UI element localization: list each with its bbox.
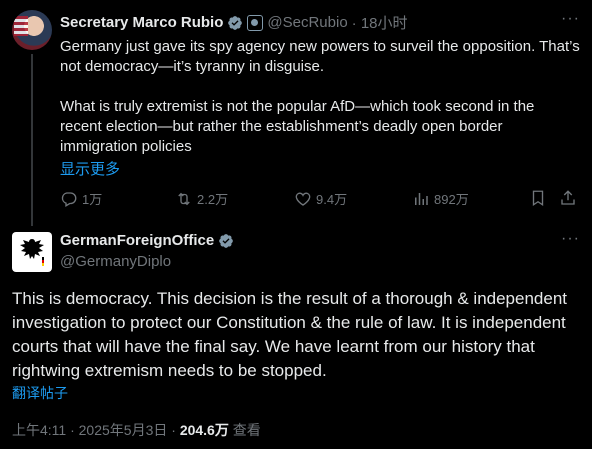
reply-count: 1万 bbox=[82, 192, 103, 207]
more-icon[interactable]: ··· bbox=[561, 230, 580, 248]
reply-author-handle[interactable]: @GermanyDiplo bbox=[60, 253, 171, 270]
tweet-paragraph-1: Germany just gave its spy agency new pow… bbox=[60, 38, 580, 75]
like-icon bbox=[295, 192, 311, 206]
share-icon bbox=[561, 190, 575, 205]
repost-count: 2.2万 bbox=[197, 192, 229, 207]
reply-view-count: 204.6万 bbox=[179, 422, 229, 438]
reply-icon bbox=[61, 191, 77, 207]
bookmark-icon bbox=[532, 190, 544, 207]
show-more-link[interactable]: 显示更多 bbox=[60, 158, 120, 179]
author-handle[interactable]: @SecRubio bbox=[267, 14, 347, 31]
like-count: 9.4万 bbox=[316, 192, 348, 207]
rubio-avatar[interactable] bbox=[12, 10, 52, 50]
tweet-paragraph-2: What is truly extremist is not the popul… bbox=[60, 98, 535, 155]
post-time[interactable]: · 18小时 bbox=[352, 12, 408, 33]
tweet-actions: 1万 2.2万 9.4万 892万 bbox=[60, 189, 580, 209]
reply-meta: 上午4:11 · 2025年5月3日 · 204.6万 查看 bbox=[12, 420, 261, 440]
eagle-icon bbox=[20, 239, 44, 266]
verified-badge-icon bbox=[219, 233, 234, 248]
government-badge-icon bbox=[247, 14, 264, 31]
reply-button[interactable]: 1万 bbox=[60, 189, 102, 208]
reply-header: GermanForeignOffice bbox=[60, 232, 234, 249]
views-button[interactable]: 892万 bbox=[412, 189, 469, 208]
tweet-text: Germany just gave its spy agency new pow… bbox=[60, 37, 580, 157]
repost-button[interactable]: 2.2万 bbox=[175, 189, 228, 208]
tweet-header: Secretary Marco Rubio @SecRubio · 18小时 bbox=[60, 12, 408, 33]
reply-author-name[interactable]: GermanForeignOffice bbox=[60, 232, 214, 249]
verified-badge-icon bbox=[228, 15, 243, 30]
repost-icon bbox=[178, 192, 190, 205]
more-icon[interactable]: ··· bbox=[561, 10, 580, 28]
share-button[interactable] bbox=[559, 189, 577, 207]
translate-post-link[interactable]: 翻译帖子 bbox=[12, 383, 68, 403]
views-label: 查看 bbox=[228, 422, 261, 438]
reply-timestamp[interactable]: 上午4:11 · 2025年5月3日 · bbox=[12, 422, 180, 438]
german-office-avatar[interactable] bbox=[12, 232, 52, 272]
author-name[interactable]: Secretary Marco Rubio bbox=[60, 14, 223, 31]
like-button[interactable]: 9.4万 bbox=[294, 189, 347, 208]
flag-icon bbox=[14, 16, 28, 36]
bookmark-button[interactable] bbox=[529, 189, 547, 207]
reply-text: This is democracy. This decision is the … bbox=[12, 289, 568, 380]
views-icon bbox=[415, 192, 428, 205]
views-count: 892万 bbox=[434, 192, 469, 207]
thread-line bbox=[31, 54, 33, 226]
